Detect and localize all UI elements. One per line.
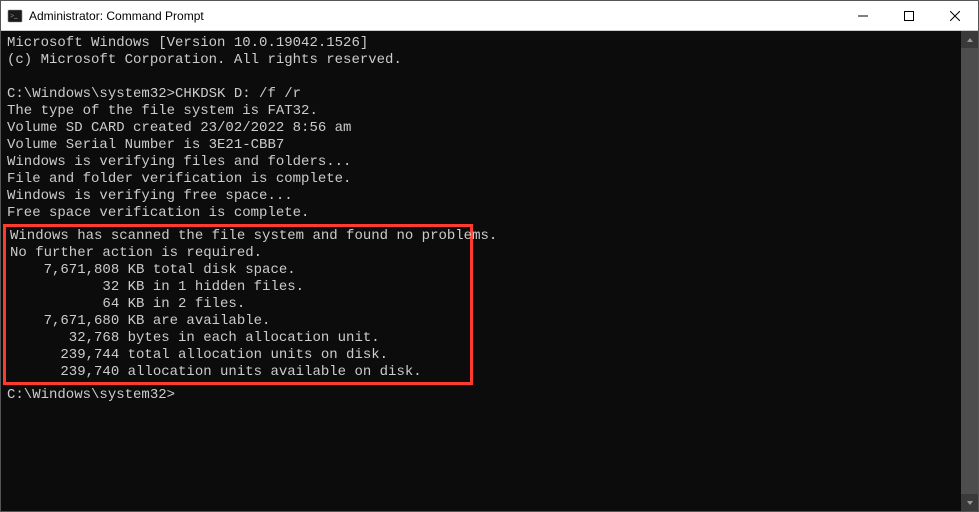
- output-line: Volume SD CARD created 23/02/2022 8:56 a…: [7, 120, 955, 137]
- output-line: Windows is verifying files and folders..…: [7, 154, 955, 171]
- command-prompt-window: >_ Administrator: Command Prompt Microso…: [0, 0, 979, 512]
- scroll-thumb[interactable]: [961, 48, 978, 494]
- result-line: 7,671,680 KB are available.: [10, 313, 466, 330]
- console-output[interactable]: Microsoft Windows [Version 10.0.19042.15…: [1, 31, 961, 511]
- minimize-button[interactable]: [840, 1, 886, 30]
- result-line: No further action is required.: [10, 245, 466, 262]
- vertical-scrollbar[interactable]: [961, 31, 978, 511]
- maximize-button[interactable]: [886, 1, 932, 30]
- command-text: CHKDSK D: /f /r: [175, 86, 301, 102]
- output-line: Free space verification is complete.: [7, 205, 955, 222]
- svg-text:>_: >_: [10, 12, 18, 20]
- output-line: Windows is verifying free space...: [7, 188, 955, 205]
- result-highlight-box: Windows has scanned the file system and …: [3, 224, 473, 385]
- result-line: 32 KB in 1 hidden files.: [10, 279, 466, 296]
- scroll-up-icon[interactable]: [961, 31, 978, 48]
- prompt-path: C:\Windows\system32>: [7, 86, 175, 102]
- window-title: Administrator: Command Prompt: [29, 9, 204, 23]
- result-line: Windows has scanned the file system and …: [10, 228, 466, 245]
- cmd-icon: >_: [7, 8, 23, 24]
- scroll-down-icon[interactable]: [961, 494, 978, 511]
- console-wrap: Microsoft Windows [Version 10.0.19042.15…: [1, 31, 978, 511]
- prompt-line: C:\Windows\system32>CHKDSK D: /f /r: [7, 86, 955, 103]
- result-line: 239,740 allocation units available on di…: [10, 364, 466, 381]
- titlebar[interactable]: >_ Administrator: Command Prompt: [1, 1, 978, 31]
- copyright-line: (c) Microsoft Corporation. All rights re…: [7, 52, 955, 69]
- output-line: Volume Serial Number is 3E21-CBB7: [7, 137, 955, 154]
- prompt-line-2[interactable]: C:\Windows\system32>: [7, 387, 955, 404]
- result-line: 32,768 bytes in each allocation unit.: [10, 330, 466, 347]
- result-line: 7,671,808 KB total disk space.: [10, 262, 466, 279]
- result-line: 64 KB in 2 files.: [10, 296, 466, 313]
- result-line: 239,744 total allocation units on disk.: [10, 347, 466, 364]
- window-controls: [840, 1, 978, 30]
- output-line: The type of the file system is FAT32.: [7, 103, 955, 120]
- close-button[interactable]: [932, 1, 978, 30]
- scroll-track[interactable]: [961, 48, 978, 494]
- version-line: Microsoft Windows [Version 10.0.19042.15…: [7, 35, 955, 52]
- title-left: >_ Administrator: Command Prompt: [1, 8, 840, 24]
- output-line: File and folder verification is complete…: [7, 171, 955, 188]
- blank: [7, 69, 955, 86]
